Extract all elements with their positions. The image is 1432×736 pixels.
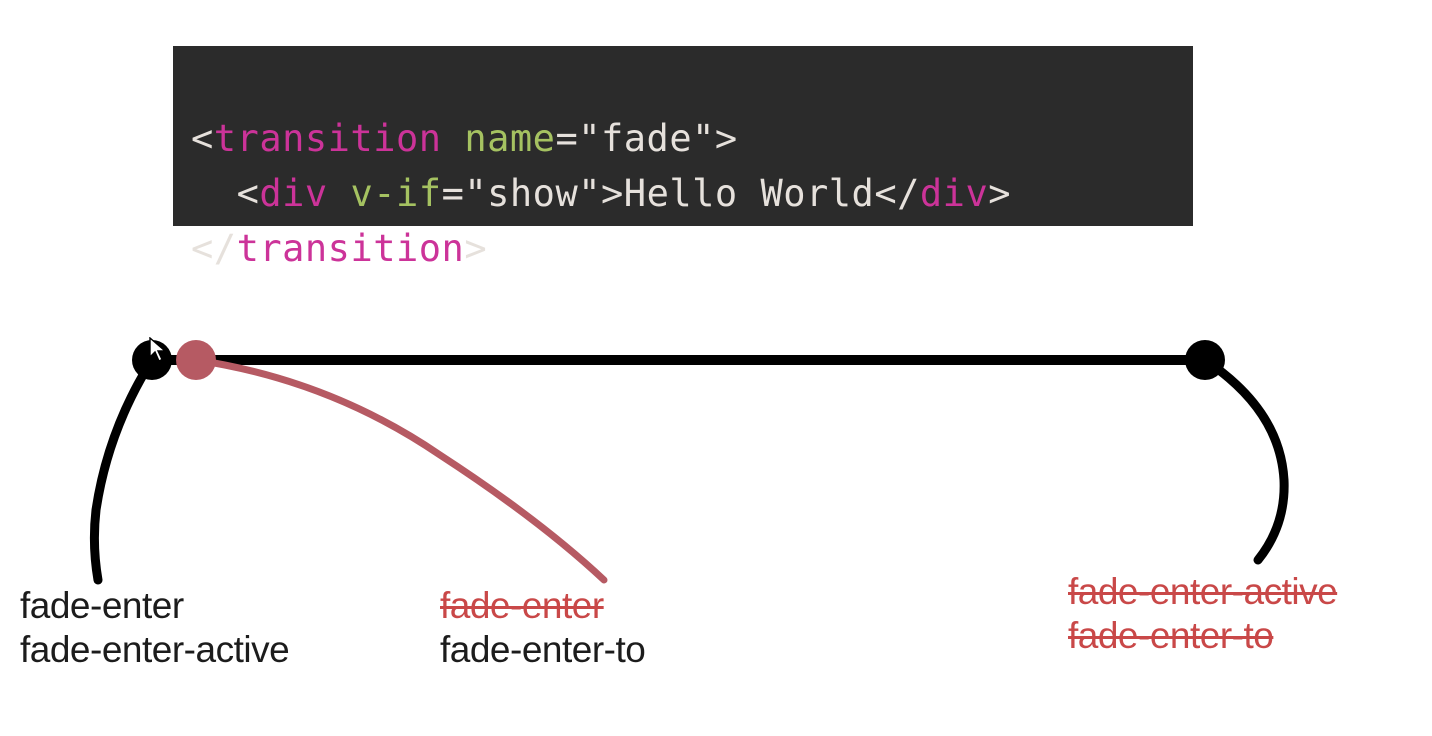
label-fade-enter-to: fade-enter-to <box>440 628 645 672</box>
label-fade-enter-to-removed: fade-enter-to <box>1068 615 1273 656</box>
label-fade-enter-active: fade-enter-active <box>20 628 289 672</box>
label-fade-enter-active-removed: fade-enter-active <box>1068 571 1337 612</box>
label-group-start: fade-enter fade-enter-active <box>20 584 289 672</box>
label-fade-enter-removed: fade-enter <box>440 585 604 626</box>
label-layer: fade-enter fade-enter-active fade-enter … <box>0 0 1432 736</box>
label-group-end: fade-enter-active fade-enter-to <box>1068 570 1337 658</box>
label-fade-enter: fade-enter <box>20 584 289 628</box>
label-group-next-frame: fade-enter fade-enter-to <box>440 584 645 672</box>
